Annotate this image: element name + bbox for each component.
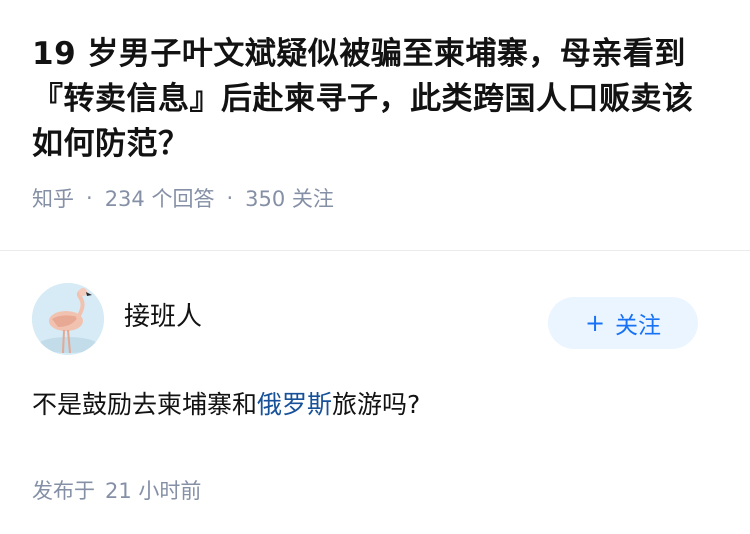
followers-count: 350 关注 <box>245 187 334 211</box>
publish-info: 发布于 21 小时前 <box>32 475 718 505</box>
answer-text: 旅游吗? <box>332 390 421 419</box>
question-header: 19 岁男子叶文斌疑似被骗至柬埔寨，母亲看到『转卖信息』后赴柬寻子，此类跨国人口… <box>0 0 750 218</box>
source-label[interactable]: 知乎 <box>32 183 74 213</box>
question-meta: 知乎 · 234 个回答 · 350 关注 <box>32 183 718 213</box>
published-time: 21 小时前 <box>105 479 202 503</box>
author-row: 接班人 + 关注 <box>32 251 718 387</box>
plus-icon: + <box>584 309 606 337</box>
answer-card: 接班人 + 关注 不是鼓励去柬埔寨和俄罗斯旅游吗? 发布于 21 小时前 <box>0 251 750 505</box>
published-label: 发布于 <box>32 479 95 503</box>
author-name[interactable]: 接班人 <box>124 296 202 333</box>
question-title[interactable]: 19 岁男子叶文斌疑似被骗至柬埔寨，母亲看到『转卖信息』后赴柬寻子，此类跨国人口… <box>32 32 718 167</box>
answer-link[interactable]: 俄罗斯 <box>257 390 332 419</box>
follow-button[interactable]: + 关注 <box>548 297 698 349</box>
flamingo-avatar-icon <box>32 283 104 355</box>
follow-label: 关注 <box>615 313 662 339</box>
meta-separator: · <box>86 186 93 210</box>
answers-count[interactable]: 234 个回答 <box>105 183 215 213</box>
answer-text: 不是鼓励去柬埔寨和 <box>32 390 258 419</box>
meta-separator: · <box>226 186 234 210</box>
avatar[interactable] <box>32 283 104 355</box>
answer-content: 不是鼓励去柬埔寨和俄罗斯旅游吗? <box>32 387 718 423</box>
